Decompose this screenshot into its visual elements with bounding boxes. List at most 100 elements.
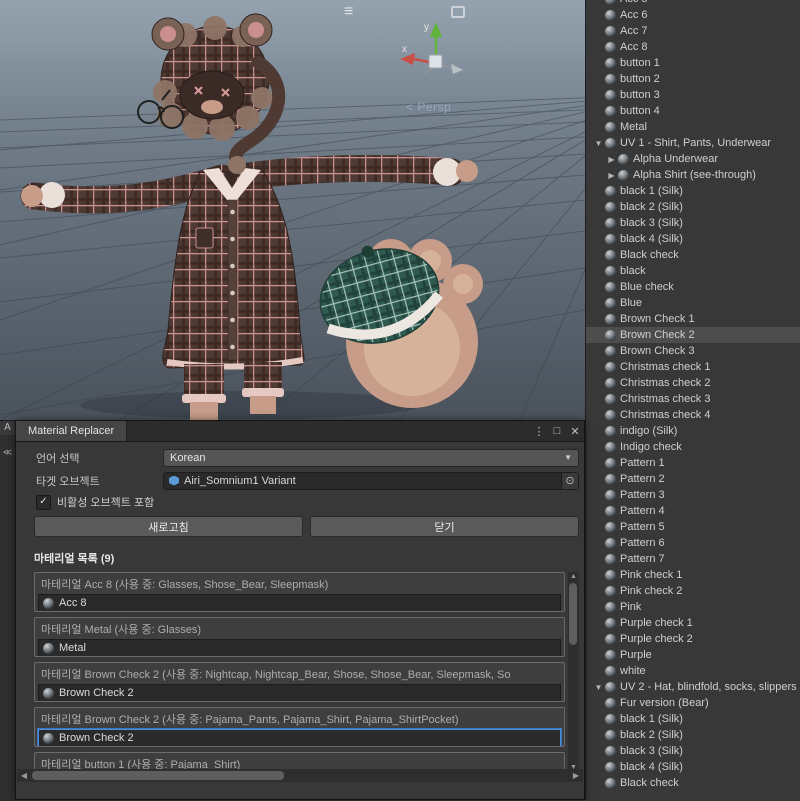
window-horizontal-scrollbar[interactable]: ◀ ▶: [17, 769, 583, 782]
hierarchy-item[interactable]: Pattern 1: [586, 455, 800, 471]
hierarchy-item[interactable]: Christmas check 3: [586, 391, 800, 407]
material-icon: [605, 521, 616, 533]
hierarchy-item-label: black 1 (Silk): [620, 185, 683, 197]
hierarchy-item[interactable]: ▼ UV 1 - Shirt, Pants, Underwear: [586, 135, 800, 151]
hierarchy-item[interactable]: Pattern 2: [586, 471, 800, 487]
hierarchy-item[interactable]: Pattern 3: [586, 487, 800, 503]
material-icon: [43, 642, 54, 654]
material-icon: [605, 185, 616, 197]
scroll-right-icon[interactable]: ▶: [569, 771, 583, 780]
chevron-down-icon: ▼: [564, 453, 572, 462]
vertical-scroll-thumb[interactable]: [569, 583, 577, 645]
svg-text:x: x: [402, 44, 407, 55]
material-icon: [605, 249, 616, 261]
hierarchy-item[interactable]: Brown Check 2: [586, 327, 800, 343]
svg-text:y: y: [424, 22, 429, 33]
hierarchy-item[interactable]: Christmas check 1: [586, 359, 800, 375]
hierarchy-item[interactable]: button 4: [586, 103, 800, 119]
hierarchy-item[interactable]: Acc 6: [586, 7, 800, 23]
hierarchy-item[interactable]: Pattern 4: [586, 503, 800, 519]
material-object-field[interactable]: Metal: [38, 639, 561, 656]
hierarchy-item[interactable]: Pink check 2: [586, 583, 800, 599]
foldout-open-icon[interactable]: ▼: [592, 139, 605, 148]
hierarchy-item[interactable]: black 2 (Silk): [586, 727, 800, 743]
hierarchy-item[interactable]: ▼ UV 2 - Hat, blindfold, socks, slippers: [586, 679, 800, 695]
object-picker-icon[interactable]: ⊙: [561, 472, 578, 489]
material-icon: [605, 665, 616, 677]
include-inactive-checkbox[interactable]: ✓: [36, 494, 51, 510]
scene-illustration: y x: [0, 0, 585, 420]
window-tab[interactable]: Material Replacer: [16, 421, 128, 441]
material-icon: [618, 153, 629, 165]
scroll-up-icon[interactable]: ▲: [568, 573, 579, 580]
hierarchy-item[interactable]: black 4 (Silk): [586, 231, 800, 247]
refresh-button[interactable]: 새로고침: [34, 516, 303, 537]
hierarchy-item[interactable]: Blue: [586, 295, 800, 311]
hierarchy-item[interactable]: black 1 (Silk): [586, 183, 800, 199]
hierarchy-item[interactable]: black 4 (Silk): [586, 759, 800, 775]
hierarchy-item[interactable]: Acc 5: [586, 0, 800, 7]
window-maximize-icon[interactable]: □: [548, 421, 566, 441]
hierarchy-item[interactable]: Pattern 6: [586, 535, 800, 551]
hierarchy-item[interactable]: Brown Check 1: [586, 311, 800, 327]
hierarchy-item[interactable]: button 2: [586, 71, 800, 87]
foldout-closed-icon[interactable]: ▶: [605, 171, 618, 180]
hierarchy-item[interactable]: Indigo check: [586, 439, 800, 455]
hierarchy-item[interactable]: Black check: [586, 247, 800, 263]
hierarchy-item[interactable]: white: [586, 663, 800, 679]
foldout-open-icon[interactable]: ▼: [592, 683, 605, 692]
hierarchy-item[interactable]: Black check: [586, 775, 800, 791]
hierarchy-item[interactable]: Christmas check 2: [586, 375, 800, 391]
hierarchy-item[interactable]: Pink: [586, 599, 800, 615]
material-icon: [605, 0, 616, 5]
hierarchy-item[interactable]: indigo (Silk): [586, 423, 800, 439]
material-object-field[interactable]: Acc 8: [38, 594, 561, 611]
transport-icon[interactable]: ≪: [0, 447, 15, 458]
hierarchy-item[interactable]: Purple: [586, 647, 800, 663]
hierarchy-item[interactable]: Purple check 2: [586, 631, 800, 647]
hierarchy-item[interactable]: Pink check 1: [586, 567, 800, 583]
scene-view[interactable]: y x ≡ < Persp: [0, 0, 585, 420]
window-close-icon[interactable]: ✕: [566, 421, 584, 441]
hierarchy-item-label: Pattern 3: [620, 489, 665, 501]
hierarchy-item[interactable]: black 3 (Silk): [586, 743, 800, 759]
scene-overlay-icon[interactable]: [451, 6, 465, 18]
hierarchy-item[interactable]: black 2 (Silk): [586, 199, 800, 215]
scene-menu-icon[interactable]: ≡: [344, 4, 353, 20]
hierarchy-item[interactable]: Blue check: [586, 279, 800, 295]
hierarchy-item[interactable]: ▶ Alpha Shirt (see-through): [586, 167, 800, 183]
persp-label[interactable]: < Persp: [406, 100, 451, 114]
hierarchy-item[interactable]: Acc 8: [586, 39, 800, 55]
hierarchy-item[interactable]: Christmas check 4: [586, 407, 800, 423]
hierarchy-item-label: Blue check: [620, 281, 674, 293]
hierarchy-item[interactable]: Brown Check 3: [586, 343, 800, 359]
hierarchy-item[interactable]: Purple check 1: [586, 615, 800, 631]
horizontal-scroll-thumb[interactable]: [32, 771, 284, 780]
hierarchy-item-label: Black check: [620, 249, 679, 261]
hierarchy-item[interactable]: black 3 (Silk): [586, 215, 800, 231]
close-button[interactable]: 닫기: [310, 516, 579, 537]
hierarchy-item[interactable]: black 1 (Silk): [586, 711, 800, 727]
hierarchy-item[interactable]: button 1: [586, 55, 800, 71]
hierarchy-item-label: black: [620, 265, 646, 277]
window-titlebar[interactable]: Material Replacer ⋮ □ ✕: [16, 421, 584, 442]
material-icon: [605, 233, 616, 245]
window-menu-icon[interactable]: ⋮: [530, 421, 548, 441]
hierarchy-item[interactable]: ▶ Alpha Underwear: [586, 151, 800, 167]
materials-vertical-scrollbar[interactable]: ▲ ▼: [568, 572, 579, 772]
material-object-field[interactable]: Brown Check 2: [38, 684, 561, 701]
hierarchy-item[interactable]: black: [586, 263, 800, 279]
material-icon: [605, 617, 616, 629]
language-dropdown[interactable]: Korean ▼: [163, 448, 579, 467]
material-object-field[interactable]: Brown Check 2: [38, 729, 561, 746]
target-object-field[interactable]: Airi_Somnium1 Variant ⊙: [163, 471, 579, 490]
foldout-closed-icon[interactable]: ▶: [605, 155, 618, 164]
hierarchy-item-label: UV 1 - Shirt, Pants, Underwear: [620, 137, 772, 149]
hierarchy-item[interactable]: Pattern 7: [586, 551, 800, 567]
hierarchy-item[interactable]: Pattern 5: [586, 519, 800, 535]
hierarchy-item[interactable]: button 3: [586, 87, 800, 103]
scroll-left-icon[interactable]: ◀: [17, 771, 31, 780]
hierarchy-item[interactable]: Acc 7: [586, 23, 800, 39]
hierarchy-item[interactable]: Metal: [586, 119, 800, 135]
hierarchy-item[interactable]: Fur version (Bear): [586, 695, 800, 711]
